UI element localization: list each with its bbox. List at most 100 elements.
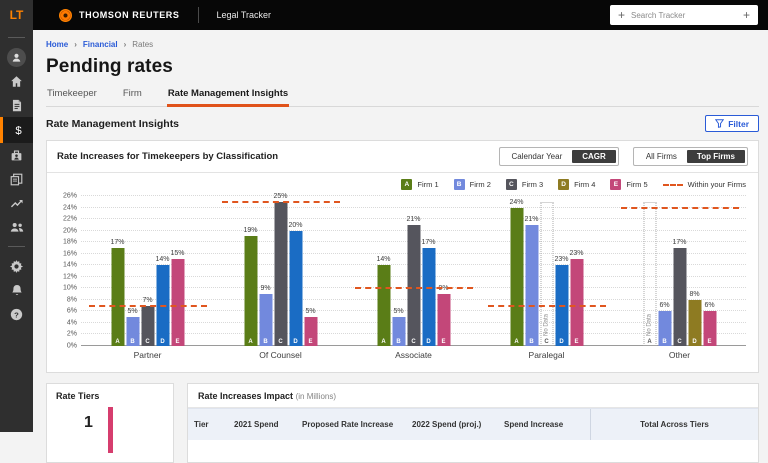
bar-letter-C: C [274,339,287,345]
category-label-of-counsel: Of Counsel [229,350,333,360]
impact-table-title: Rate Increases Impact (in Millions) [188,384,758,408]
sidebar-item-settings[interactable] [0,254,33,278]
sidebar-divider-top [8,37,25,38]
breadcrumb: Home›Financial›Rates [46,40,759,49]
legend-label: Firm 1 [417,180,438,189]
bar-value-label: 15% [162,250,193,257]
bar-paralegal-E[interactable]: E [570,259,583,346]
bar-letter-A: A [244,339,257,345]
bar-letter-D: D [555,339,568,345]
bar-letter-A: A [643,339,656,345]
bar-slot-B: B5% [126,196,139,346]
sidebar-item-help[interactable]: ? [0,302,33,326]
legend-item-within-your-firms[interactable]: Within your Firms [663,180,746,189]
bar-letter-E: E [437,339,450,345]
y-tick-18: 18% [63,239,77,246]
sidebar-item-matters[interactable] [0,143,33,167]
toggle-option-calendar-year[interactable]: Calendar Year [502,150,573,163]
bar-slot-D: D8% [688,196,701,346]
bar-paralegal-A[interactable]: A [510,208,523,346]
sidebar-item-contacts[interactable] [0,215,33,239]
y-tick-16: 16% [63,250,77,257]
category-label-other: Other [628,350,732,360]
bar-slot-C: No DataC [540,196,553,346]
bars-associate: A14%B5%C21%D17%E9% [377,196,450,346]
category-group-other: No DataAB6%C17%D8%E6% [628,196,732,346]
sidebar-item-analytics[interactable] [0,191,33,215]
bar-slot-B: B21% [525,196,538,346]
breadcrumb-chevron-icon: › [74,40,77,49]
category-label-partner: Partner [96,350,200,360]
chart-toggles: Calendar YearCAGR All FirmsTop Firms [499,147,748,166]
rate-tier-bar[interactable] [108,407,113,453]
breadcrumb-item-home[interactable]: Home [46,40,68,49]
benchmark-line-paralegal [488,305,606,307]
top-bar: LT THOMSON REUTERS Legal Tracker + Searc… [0,0,768,30]
bar-slot-E: E5% [304,196,317,346]
bar-slot-D: D14% [156,196,169,346]
bar-associate-B[interactable]: B [392,317,405,346]
benchmark-line-partner [89,305,207,307]
search-input[interactable]: + Search Tracker + [610,5,758,25]
sidebar-item-home[interactable] [0,69,33,93]
section-header: Rate Management Insights Filter [46,115,759,132]
bar-letter-E: E [171,339,184,345]
bar-of-counsel-D[interactable]: D [289,231,302,346]
bar-associate-E[interactable]: E [437,294,450,346]
legend-label: Within your Firms [688,180,746,189]
legend-item-firm-5[interactable]: EFirm 5 [610,179,647,190]
legend-item-firm-2[interactable]: BFirm 2 [454,179,491,190]
column-header-2021-spend: 2021 Spend [228,420,296,429]
toggle-group-1: All FirmsTop Firms [633,147,748,166]
bar-paralegal-B[interactable]: B [525,225,538,346]
no-data-label: No Data [544,314,550,336]
bar-partner-B[interactable]: B [126,317,139,346]
bar-partner-A[interactable]: A [111,248,124,346]
bar-slot-A: A17% [111,196,124,346]
bar-letter-E: E [570,339,583,345]
rate-tiers-card: Rate Tiers 1 [46,383,174,463]
sidebar-item-records[interactable] [0,167,33,191]
filter-button[interactable]: Filter [705,115,759,132]
sidebar-item-documents[interactable] [0,93,33,117]
breadcrumb-item-financial[interactable]: Financial [83,40,118,49]
document-icon [11,99,23,112]
bar-letter-B: B [525,339,538,345]
toggle-option-all-firms[interactable]: All Firms [636,150,687,163]
app-logo-lt[interactable]: LT [0,0,33,30]
bar-groups: A17%B5%C7%D14%E15%A19%B9%C25%D20%E5%A14%… [81,196,746,346]
bar-other-E[interactable]: E [703,311,716,346]
sidebar-item-notifications[interactable] [0,278,33,302]
rate-increases-impact-card: Rate Increases Impact (in Millions) Tier… [187,383,759,463]
toggle-option-top-firms[interactable]: Top Firms [687,150,745,163]
bar-other-B[interactable]: B [658,311,671,346]
search-icon: + [618,9,625,21]
bar-partner-C[interactable]: C [141,306,154,346]
y-tick-4: 4% [67,319,77,326]
y-tick-2: 2% [67,331,77,338]
breadcrumb-chevron-icon: › [124,40,127,49]
avatar [7,48,26,67]
bars-other: No DataAB6%C17%D8%E6% [643,196,716,346]
legend-label: Firm 2 [470,180,491,189]
bar-partner-E[interactable]: E [171,259,184,346]
bar-associate-A[interactable]: A [377,265,390,346]
x-axis-labels: PartnerOf CounselAssociateParalegalOther [47,346,758,360]
add-icon[interactable]: + [743,9,750,21]
tab-firm[interactable]: Firm [122,88,143,106]
bar-slot-E: E15% [171,196,184,346]
tab-bar: Timekeeper Firm Rate Management Insights [46,88,759,107]
bar-of-counsel-B[interactable]: B [259,294,272,346]
column-header-total-across-tiers: Total Across Tiers [590,409,758,440]
bar-associate-D[interactable]: D [422,248,435,346]
sidebar-item-profile[interactable] [0,45,33,69]
legend-swatch-C: C [506,179,517,190]
legend-item-firm-4[interactable]: DFirm 4 [558,179,595,190]
bar-of-counsel-E[interactable]: E [304,317,317,346]
legend-item-firm-3[interactable]: CFirm 3 [506,179,543,190]
tab-rate-management-insights[interactable]: Rate Management Insights [167,88,289,106]
tab-timekeeper[interactable]: Timekeeper [46,88,98,106]
legend-item-firm-1[interactable]: AFirm 1 [401,179,438,190]
toggle-option-cagr[interactable]: CAGR [572,150,616,163]
sidebar-item-financial[interactable]: $ [0,117,33,143]
